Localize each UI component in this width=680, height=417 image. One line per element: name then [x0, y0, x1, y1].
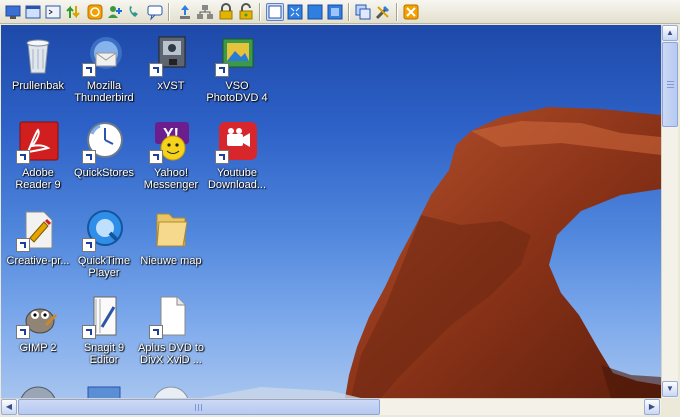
unlock-icon[interactable]: [237, 3, 255, 21]
shortcut-arrow-icon: [149, 325, 163, 339]
shortcut-arrow-icon: [215, 63, 229, 77]
toolbar-separator: [168, 3, 169, 21]
desktop-icon-prullenbak[interactable]: Prullenbak: [1, 33, 75, 92]
chat-icon[interactable]: [146, 3, 164, 21]
desktop-icon-nieuwe-map[interactable]: Nieuwe map: [134, 208, 208, 267]
recycle-bin-icon: [16, 33, 60, 77]
shortcut-arrow-icon: [82, 325, 96, 339]
folder-icon: [149, 208, 193, 252]
desktop-icon-snagit[interactable]: Snagit 9 Editor: [67, 295, 141, 366]
toolbar-separator: [396, 3, 397, 21]
disconnect-icon[interactable]: [402, 3, 420, 21]
network-icon[interactable]: [196, 3, 214, 21]
shortcut-arrow-icon: [16, 150, 30, 164]
scrollbar-corner: [661, 398, 678, 415]
toolbar-separator: [259, 3, 260, 21]
desktop-icon-thunderbird[interactable]: Mozilla Thunderbird: [67, 33, 141, 104]
creative-icon: [16, 208, 60, 252]
shortcut-arrow-icon: [215, 150, 229, 164]
desktop-icon-gimp[interactable]: GIMP 2: [1, 295, 75, 354]
desktop-icon-quicktime[interactable]: QuickTime Player: [67, 208, 141, 279]
vertical-scrollbar[interactable]: ▲ ▼: [661, 25, 678, 398]
desktop-icon-photodvd[interactable]: VSO PhotoDVD 4: [200, 33, 274, 104]
phone-icon[interactable]: [126, 3, 144, 21]
shortcut-arrow-icon: [149, 63, 163, 77]
scroll-right-button[interactable]: ▶: [644, 399, 660, 415]
horizontal-scrollbar[interactable]: ◀ ▶: [1, 398, 661, 415]
power-icon[interactable]: [86, 3, 104, 21]
scroll-up-button[interactable]: ▲: [662, 25, 678, 41]
horizontal-scroll-thumb[interactable]: [18, 399, 380, 415]
desktop-icon-creative[interactable]: Creative-pr...: [1, 208, 75, 267]
xvst-icon: [149, 33, 193, 77]
arrow-right-icon: ▶: [648, 402, 656, 411]
disc-icon: [16, 383, 60, 398]
terminal-icon[interactable]: [44, 3, 62, 21]
copy-screen-icon[interactable]: [354, 3, 372, 21]
window-app-icon: [82, 383, 126, 398]
adobe-reader-icon: [16, 120, 60, 164]
quickstores-icon: [82, 120, 126, 164]
shortcut-arrow-icon: [16, 238, 30, 252]
arrow-up-icon: ▲: [666, 28, 674, 37]
desktop-icon-aplus-dvd[interactable]: Aplus DVD to DivX XviD ...: [134, 295, 208, 366]
thunderbird-icon: [82, 33, 126, 77]
desktop-icon-partial[interactable]: [134, 383, 208, 398]
arrow-down-icon: ▼: [666, 384, 674, 393]
scroll-down-button[interactable]: ▼: [662, 381, 678, 397]
youtube-downloader-icon: [215, 120, 259, 164]
view-normal-icon[interactable]: [266, 3, 284, 21]
window-icon[interactable]: [24, 3, 42, 21]
arrow-left-icon: ◀: [5, 402, 13, 411]
transfer-arrows-icon[interactable]: [64, 3, 82, 21]
fullscreen-icon[interactable]: [306, 3, 324, 21]
scroll-left-button[interactable]: ◀: [1, 399, 17, 415]
vertical-scroll-thumb[interactable]: [662, 42, 678, 127]
tools-icon[interactable]: [374, 3, 392, 21]
gimp-icon: [16, 295, 60, 339]
shortcut-arrow-icon: [16, 325, 30, 339]
snagit-icon: [82, 295, 126, 339]
shortcut-arrow-icon: [82, 63, 96, 77]
fit-window-icon[interactable]: [286, 3, 304, 21]
desktop-icon-quickstores[interactable]: QuickStores: [67, 120, 141, 179]
desktop-icon-youtube-downloader[interactable]: Youtube Download...: [200, 120, 274, 191]
toolbar-separator: [348, 3, 349, 21]
quicktime-icon: [82, 208, 126, 252]
desktop-icon-adobe-reader[interactable]: Adobe Reader 9: [1, 120, 75, 191]
remote-desktop-view[interactable]: Prullenbak Mozilla Thunderbird xVST VSO …: [1, 25, 661, 398]
shortcut-arrow-icon: [82, 150, 96, 164]
remote-toolbar: [0, 0, 680, 24]
lock-icon[interactable]: [217, 3, 235, 21]
desktop-icon-yahoo-messenger[interactable]: Y! Yahoo! Messenger: [134, 120, 208, 191]
desktop-icon-partial[interactable]: [1, 383, 75, 398]
desktop-icon-xvst[interactable]: xVST: [134, 33, 208, 92]
photodvd-icon: [215, 33, 259, 77]
monitor-icon[interactable]: [4, 3, 22, 21]
desktop-icon-partial[interactable]: [67, 383, 141, 398]
yahoo-messenger-icon: Y!: [149, 120, 193, 164]
upload-icon[interactable]: [176, 3, 194, 21]
file-icon: [149, 295, 193, 339]
shortcut-arrow-icon: [82, 238, 96, 252]
cd-icon: [149, 383, 193, 398]
shortcut-arrow-icon: [149, 150, 163, 164]
scale-icon[interactable]: [326, 3, 344, 21]
add-user-icon[interactable]: [106, 3, 124, 21]
